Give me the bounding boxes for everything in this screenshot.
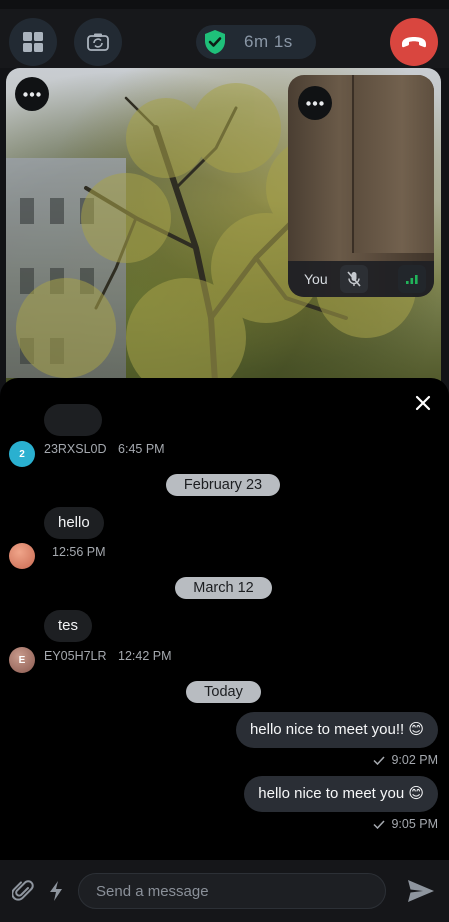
sender-name: EY05H7LR — [44, 649, 107, 663]
sender-name: 23RXSL0D — [44, 442, 107, 456]
message-meta: 23RXSL0D 6:45 PM — [44, 442, 165, 456]
message-bubble: tes — [44, 610, 93, 642]
mic-muted-indicator — [340, 265, 368, 293]
message-bubble: hello — [44, 507, 104, 539]
hang-up-phone-icon — [402, 37, 426, 48]
mic-off-icon — [347, 271, 361, 287]
self-label: You — [304, 271, 328, 287]
chat-panel: 2 23RXSL0D 6:45 PM February 23 hello 12:… — [0, 378, 449, 860]
call-duration: 6m 1s — [244, 32, 293, 51]
message-composer — [0, 860, 449, 922]
video-call-screen: 6m 1s You 2 23RXSL0D 6:45 PM February 23… — [0, 0, 449, 922]
close-icon — [415, 395, 431, 411]
send-icon[interactable] — [406, 878, 436, 904]
shield-check-icon — [198, 25, 232, 59]
message-status: 9:02 PM — [373, 753, 438, 767]
outgoing-message-bubble: hello nice to meet you 😊 — [244, 776, 438, 812]
outgoing-message-bubble: hello nice to meet you!! 😊 — [235, 712, 438, 748]
message-time: 9:05 PM — [391, 817, 438, 831]
message-time: 12:42 PM — [118, 649, 172, 663]
paperclip-icon[interactable] — [12, 879, 34, 903]
switch-camera-button[interactable] — [74, 18, 122, 66]
message-time: 6:45 PM — [118, 442, 165, 456]
call-status-pill: 6m 1s — [196, 25, 316, 59]
date-separator: Today — [186, 681, 261, 703]
more-dots-icon — [23, 91, 41, 97]
message-input[interactable] — [78, 873, 386, 909]
date-separator: March 12 — [175, 577, 272, 599]
message-time: 12:56 PM — [52, 545, 106, 559]
message-status: 9:05 PM — [373, 817, 438, 831]
self-video-footer: You — [288, 261, 434, 297]
avatar: 2 — [9, 441, 35, 467]
message-meta: EY05H7LR 12:42 PM — [44, 649, 172, 663]
grid-view-button[interactable] — [9, 18, 57, 66]
more-dots-icon — [306, 100, 324, 106]
call-toolbar: 6m 1s — [0, 0, 449, 68]
lightning-icon[interactable] — [47, 880, 65, 902]
close-chat-button[interactable] — [408, 388, 438, 418]
avatar: E — [9, 647, 35, 673]
check-icon — [373, 820, 385, 830]
switch-camera-icon — [87, 33, 109, 51]
message-bubble-partial — [44, 404, 102, 436]
connection-quality-indicator — [398, 265, 426, 293]
end-call-button[interactable] — [390, 18, 438, 66]
date-separator: February 23 — [166, 474, 280, 496]
self-video-scene — [352, 75, 434, 253]
message-time: 9:02 PM — [391, 753, 438, 767]
avatar — [9, 543, 35, 569]
signal-bars-icon — [406, 275, 418, 284]
self-video-tile[interactable]: You — [288, 75, 434, 297]
remote-video-options-button[interactable] — [15, 77, 49, 111]
check-icon — [373, 756, 385, 766]
grid-icon — [23, 32, 43, 52]
self-video-options-button[interactable] — [298, 86, 332, 120]
